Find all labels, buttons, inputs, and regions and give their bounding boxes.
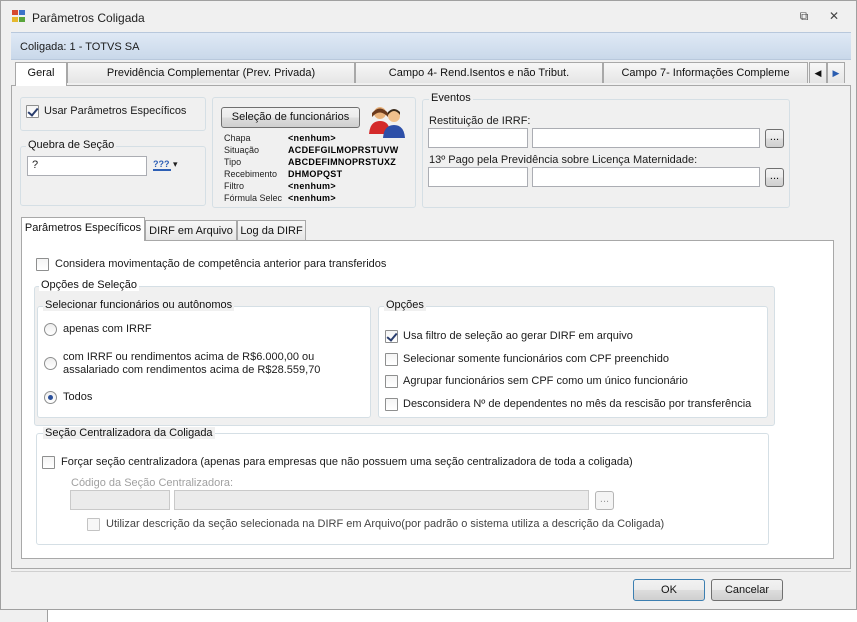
decimo-terceiro-label: 13º Pago pela Previdência sobre Licença … — [429, 154, 698, 166]
selecao-tipo-label: Tipo — [224, 157, 242, 167]
tab-geral[interactable]: Geral — [15, 62, 67, 86]
usar-parametros-checkbox[interactable] — [26, 105, 39, 118]
codigo-secao-input[interactable] — [70, 490, 170, 510]
agrupar-sem-cpf-label: Agrupar funcionários sem CPF como um úni… — [403, 375, 688, 387]
decimo-terceiro-lookup-button[interactable]: ... — [765, 168, 784, 187]
title-bar: Parâmetros Coligada ⧉ ✕ — [1, 1, 856, 31]
quebra-secao-picker[interactable]: ??? ▾ — [153, 159, 181, 175]
quebra-secao-picker-icon: ??? — [153, 159, 170, 169]
secao-centralizadora-title: Seção Centralizadora da Coligada — [43, 427, 215, 439]
agrupar-sem-cpf-checkbox[interactable] — [385, 375, 398, 388]
decimo-terceiro-code-input[interactable] — [428, 167, 528, 187]
eventos-title: Eventos — [429, 92, 473, 104]
window-title: Parâmetros Coligada — [32, 11, 145, 25]
picker-underline — [153, 169, 171, 171]
restituicao-irrf-label: Restituição de IRRF: — [429, 115, 531, 127]
usa-filtro-checkbox[interactable] — [385, 330, 398, 343]
selecao-formula-label: Fórmula Selec — [224, 193, 283, 203]
somente-cpf-label: Selecionar somente funcionários com CPF … — [403, 353, 669, 365]
tab-dirf-em-arquivo[interactable]: DIRF em Arquivo — [145, 220, 237, 241]
background-window-fragment — [0, 610, 48, 622]
selecao-funcionarios-button[interactable]: Seleção de funcionários — [221, 107, 360, 128]
quebra-secao-group — [20, 146, 206, 206]
selecao-filtro-value: <nenhum> — [288, 181, 336, 191]
tab-previdencia-complementar[interactable]: Previdência Complementar (Prev. Privada) — [67, 62, 355, 83]
quebra-secao-input[interactable]: ? — [27, 156, 147, 176]
selecao-tipo-value: ABCDEFIMNOPRSTUXZ — [288, 157, 397, 167]
coligada-label: Coligada: 1 - TOTVS SA — [20, 41, 140, 53]
close-icon[interactable]: ✕ — [827, 9, 841, 23]
selecao-situacao-label: Situação — [224, 145, 260, 155]
chevron-down-icon: ▾ — [173, 159, 178, 169]
selecao-chapa-label: Chapa — [224, 133, 251, 143]
selecao-recebimento-value: DHMOPQST — [288, 169, 343, 179]
pin-icon[interactable]: ⧉ — [797, 9, 811, 23]
selecao-recebimento-label: Recebimento — [224, 169, 278, 179]
app-icon — [12, 10, 26, 23]
forcar-secao-label: Forçar seção centralizadora (apenas para… — [61, 456, 633, 468]
restituicao-irrf-code-input[interactable] — [428, 128, 528, 148]
restituicao-irrf-desc-input[interactable] — [532, 128, 760, 148]
somente-cpf-checkbox[interactable] — [385, 353, 398, 366]
radio-apenas-com-irrf-label: apenas com IRRF — [63, 323, 152, 335]
opcoes-selecao-title: Opções de Seleção — [39, 279, 140, 291]
quebra-secao-title: Quebra de Seção — [26, 139, 117, 151]
ok-button[interactable]: OK — [633, 579, 705, 601]
tab-campo-4[interactable]: Campo 4- Rend.Isentos e não Tribut. — [355, 62, 603, 83]
utilizar-descricao-checkbox[interactable] — [87, 518, 100, 531]
usar-parametros-label: Usar Parâmetros Específicos — [44, 105, 187, 117]
usa-filtro-label: Usa filtro de seleção ao gerar DIRF em a… — [403, 330, 633, 342]
considera-movimentacao-checkbox[interactable] — [36, 258, 49, 271]
opcoes-title: Opções — [384, 299, 426, 311]
radio-com-irrf-label-line1: com IRRF ou rendimentos acima de R$6.000… — [63, 351, 315, 363]
radio-com-irrf-ou-rendimentos[interactable] — [44, 357, 57, 370]
utilizar-descricao-label: Utilizar descrição da seção selecionada … — [106, 518, 665, 530]
selecao-situacao-value: ACDEFGILMOPRSTUVW — [288, 145, 399, 155]
cancelar-button[interactable]: Cancelar — [711, 579, 783, 601]
forcar-secao-checkbox[interactable] — [42, 456, 55, 469]
radio-com-irrf-label-line2: assalariado com rendimentos acima de R$2… — [63, 364, 321, 376]
radio-apenas-com-irrf[interactable] — [44, 323, 57, 336]
radio-todos[interactable] — [44, 391, 57, 404]
desconsidera-dependentes-label: Desconsidera Nº de dependentes no mês da… — [403, 398, 752, 410]
radio-todos-label: Todos — [63, 391, 93, 403]
coligada-header: Coligada: 1 - TOTVS SA — [11, 32, 851, 60]
tab-scroll-left-icon[interactable]: ◀ — [809, 62, 827, 83]
tab-scroll-right-icon[interactable]: ▶ — [827, 62, 845, 83]
footer-divider — [11, 571, 851, 572]
tab-campo-7[interactable]: Campo 7- Informações Compleme — [603, 62, 808, 83]
codigo-secao-label: Código da Seção Centralizadora: — [71, 477, 234, 489]
codigo-secao-lookup-button[interactable]: ... — [595, 491, 614, 510]
selecionar-funcionarios-title: Selecionar funcionários ou autônomos — [43, 299, 235, 311]
selecao-formula-value: <nenhum> — [288, 193, 336, 203]
selecao-chapa-value: <nenhum> — [288, 133, 336, 143]
considera-movimentacao-label: Considera movimentação de competência an… — [55, 258, 387, 270]
decimo-terceiro-desc-input[interactable] — [532, 167, 760, 187]
parametros-coligada-window: Parâmetros Coligada ⧉ ✕ Coligada: 1 - TO… — [0, 0, 857, 610]
tab-log-da-dirf[interactable]: Log da DIRF — [237, 220, 306, 241]
restituicao-irrf-lookup-button[interactable]: ... — [765, 129, 784, 148]
selecao-filtro-label: Filtro — [224, 181, 244, 191]
people-icon — [369, 107, 405, 138]
descricao-secao-input[interactable] — [174, 490, 589, 510]
tab-parametros-especificos[interactable]: Parâmetros Específicos — [21, 217, 145, 241]
desconsidera-dependentes-checkbox[interactable] — [385, 398, 398, 411]
